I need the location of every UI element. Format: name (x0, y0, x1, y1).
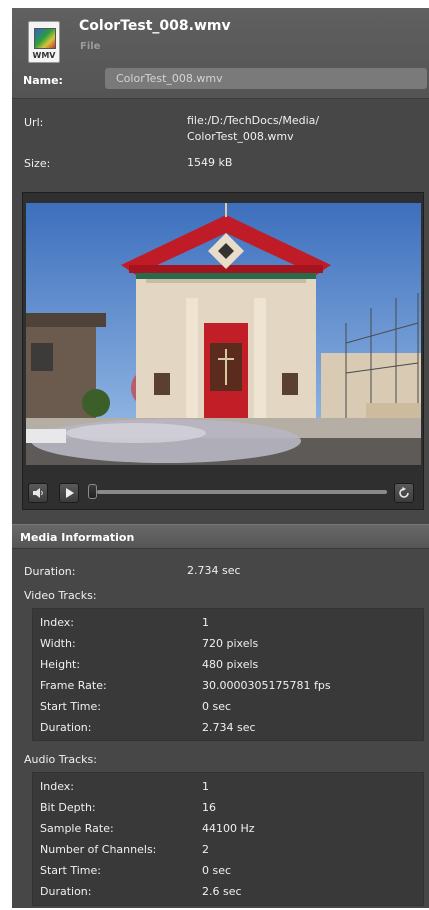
file-header: WMV ColorTest_008.wmv File Name: (12, 8, 429, 99)
audio-value: 2 (202, 843, 209, 856)
audio-tracks-label: Audio Tracks: (24, 753, 97, 766)
audio-row-channels: Number of Channels: 2 (33, 839, 423, 860)
volume-icon (33, 488, 43, 498)
audio-value: 2.6 sec (202, 885, 242, 898)
file-title: ColorTest_008.wmv (79, 18, 231, 34)
audio-row-bit-depth: Bit Depth: 16 (33, 797, 423, 818)
media-player (22, 192, 424, 510)
seek-bar[interactable] (97, 490, 387, 494)
video-value: 2.734 sec (202, 721, 256, 734)
video-value: 720 pixels (202, 637, 259, 650)
audio-value: 0 sec (202, 864, 232, 877)
properties-panel: WMV ColorTest_008.wmv File Name: Url: fi… (12, 8, 429, 908)
file-icon-ext: WMV (32, 51, 56, 60)
video-key: Start Time: (40, 700, 101, 713)
audio-value: 44100 Hz (202, 822, 255, 835)
size-value: 1549 kB (187, 156, 233, 169)
video-key: Height: (40, 658, 81, 671)
duration-label: Duration: (24, 565, 76, 578)
loop-button[interactable] (394, 483, 414, 503)
audio-key: Sample Rate: (40, 822, 114, 835)
url-label: Url: (24, 116, 44, 129)
file-icon-picture (34, 28, 56, 49)
audio-key: Bit Depth: (40, 801, 96, 814)
audio-value: 16 (202, 801, 216, 814)
video-value: 30.0000305175781 fps (202, 679, 331, 692)
video-row-start-time: Start Time: 0 sec (33, 696, 423, 717)
video-row-frame-rate: Frame Rate: 30.0000305175781 fps (33, 675, 423, 696)
name-label: Name: (23, 74, 63, 87)
audio-key: Start Time: (40, 864, 101, 877)
loop-icon (399, 487, 409, 498)
video-value: 0 sec (202, 700, 232, 713)
audio-key: Duration: (40, 885, 92, 898)
audio-tracks-group: Index: 1 Bit Depth: 16 Sample Rate: 4410… (32, 772, 424, 906)
seek-thumb[interactable] (88, 484, 97, 499)
audio-value: 1 (202, 780, 209, 793)
video-row-width: Width: 720 pixels (33, 633, 423, 654)
duration-value: 2.734 sec (187, 564, 241, 577)
audio-key: Index: (40, 780, 74, 793)
video-key: Duration: (40, 721, 92, 734)
url-value-line2: ColorTest_008.wmv (187, 130, 294, 143)
video-key: Index: (40, 616, 74, 629)
play-icon (66, 488, 74, 498)
audio-row-sample-rate: Sample Rate: 44100 Hz (33, 818, 423, 839)
video-row-height: Height: 480 pixels (33, 654, 423, 675)
name-input[interactable] (105, 68, 427, 89)
media-information-header: Media Information (12, 524, 429, 549)
play-button[interactable] (59, 483, 79, 503)
wmv-file-icon: WMV (28, 21, 60, 63)
audio-row-start-time: Start Time: 0 sec (33, 860, 423, 881)
video-frame[interactable] (26, 203, 421, 465)
file-type: File (80, 41, 101, 52)
video-key: Frame Rate: (40, 679, 107, 692)
video-key: Width: (40, 637, 76, 650)
video-row-duration: Duration: 2.734 sec (33, 717, 423, 738)
volume-button[interactable] (28, 483, 48, 503)
video-tracks-group: Index: 1 Width: 720 pixels Height: 480 p… (32, 608, 424, 741)
video-value: 1 (202, 616, 209, 629)
video-value: 480 pixels (202, 658, 259, 671)
video-row-index: Index: 1 (33, 612, 423, 633)
video-tracks-label: Video Tracks: (24, 589, 97, 602)
audio-row-duration: Duration: 2.6 sec (33, 881, 423, 902)
audio-key: Number of Channels: (40, 843, 157, 856)
size-label: Size: (24, 157, 51, 170)
url-value-line1: file:/D:/TechDocs/Media/ (187, 114, 320, 127)
audio-row-index: Index: 1 (33, 776, 423, 797)
media-information-title: Media Information (20, 531, 135, 544)
